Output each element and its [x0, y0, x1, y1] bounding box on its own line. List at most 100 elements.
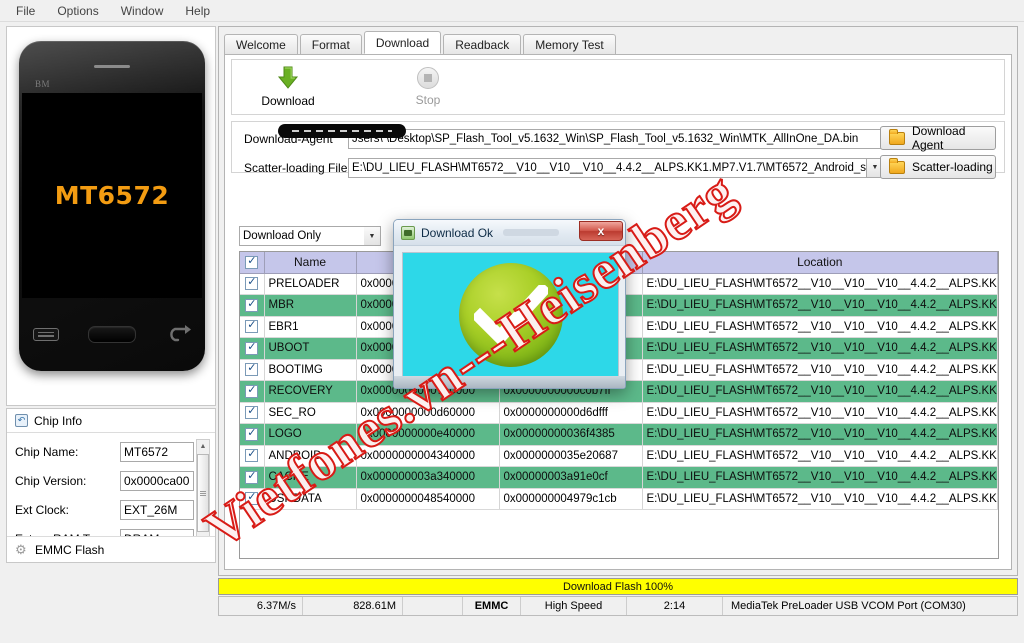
close-icon[interactable]: x — [579, 221, 623, 241]
tab-bar: Welcome Format Download Readback Memory … — [224, 31, 616, 54]
checkbox-icon[interactable] — [245, 404, 259, 420]
sp-flash-tool-window: File Options Window Help BM MT6572 ↶ Chi… — [0, 0, 1024, 643]
checkbox-icon[interactable] — [245, 426, 259, 441]
row-checkbox-cell[interactable] — [240, 294, 265, 317]
menu-item-window[interactable]: Window — [111, 1, 174, 21]
phone-screen: MT6572 — [22, 93, 202, 298]
checkbox-icon[interactable] — [245, 340, 259, 355]
success-circle-icon — [458, 263, 563, 367]
down-arrow-icon — [277, 66, 299, 90]
row-checkbox-cell[interactable] — [240, 445, 265, 467]
menu-item-help[interactable]: Help — [175, 1, 220, 21]
cell-name: USRDATA — [264, 488, 357, 510]
tab-memory-test[interactable]: Memory Test — [523, 34, 616, 54]
download-mode-select[interactable]: Download Only ▼ — [239, 226, 381, 247]
action-toolbar: Download Stop — [231, 59, 1005, 115]
ext-clock-field[interactable]: EXT_26M — [120, 499, 194, 520]
download-agent-input[interactable]: Jsers\ \Desktop\SP_Flash_Tool_v5.1632_Wi… — [348, 128, 886, 149]
paths-group: Download-Agent Jsers\ \Desktop\SP_Flash_… — [231, 121, 1005, 179]
cell-location: E:\DU_LIEU_FLASH\MT6572__V10__V10__V10__… — [642, 423, 998, 446]
checkbox-icon[interactable] — [245, 275, 259, 291]
cell-name: LOGO — [264, 423, 357, 446]
checkbox-icon[interactable] — [245, 469, 259, 484]
emmc-flash-section[interactable]: ⚙ EMMC Flash — [7, 536, 215, 562]
cell-begin-address: 0x0000000000e40000 — [356, 423, 500, 446]
scatter-loading-input[interactable]: E:\DU_LIEU_FLASH\MT6572__V10__V10__V10__… — [348, 157, 867, 178]
chip-info-header[interactable]: ↶ Chip Info — [7, 409, 215, 433]
ext-clock-label: Ext Clock: — [15, 502, 70, 517]
chip-name-field[interactable]: MT6572 — [120, 441, 194, 462]
download-agent-button[interactable]: Download Agent — [880, 124, 996, 152]
status-bar: 6.37M/s 828.61M EMMC High Speed 2:14 Med… — [218, 596, 1018, 616]
tab-readback[interactable]: Readback — [443, 34, 522, 54]
scroll-up-icon[interactable]: ▲ — [197, 440, 209, 452]
checkbox-icon[interactable] — [245, 254, 259, 270]
checkbox-icon[interactable] — [245, 383, 259, 398]
cell-end-address: 0x0000000035e20687 — [499, 445, 643, 467]
checkbox-icon[interactable] — [245, 447, 259, 463]
dialog-titlebar[interactable]: Download Ok x — [394, 220, 625, 246]
row-checkbox-cell[interactable] — [240, 402, 265, 424]
dialog-title: Download Ok — [421, 225, 494, 240]
row-checkbox-cell[interactable] — [240, 380, 265, 403]
menu-item-options[interactable]: Options — [47, 1, 108, 21]
cell-location: E:\DU_LIEU_FLASH\MT6572__V10__V10__V10__… — [642, 273, 998, 295]
table-row[interactable]: CACHE0x000000003a3400000x00000003a91e0cf… — [240, 466, 998, 489]
tab-download[interactable]: Download — [363, 31, 442, 54]
cell-name: MBR — [264, 294, 357, 317]
stop-button[interactable]: Stop — [390, 67, 466, 107]
cell-name: UBOOT — [264, 337, 357, 360]
table-row[interactable]: LOGO0x0000000000e400000x00000000036f4385… — [240, 423, 998, 446]
tab-welcome[interactable]: Welcome — [224, 34, 298, 54]
phone-illustration: BM MT6572 — [19, 41, 205, 371]
cell-location: E:\DU_LIEU_FLASH\MT6572__V10__V10__V10__… — [642, 359, 998, 381]
cell-begin-address: 0x0000000000d60000 — [356, 402, 500, 424]
header-select-all[interactable] — [240, 252, 265, 274]
row-checkbox-cell[interactable] — [240, 316, 265, 338]
redaction-bar — [278, 124, 406, 138]
chip-version-field[interactable]: 0x0000ca00 — [120, 470, 194, 491]
row-checkbox-cell[interactable] — [240, 488, 265, 510]
back-icon — [165, 325, 191, 343]
folder-icon — [889, 128, 905, 145]
cell-name: EBR1 — [264, 316, 357, 338]
download-ok-dialog[interactable]: Download Ok x — [393, 219, 626, 389]
row-checkbox-cell[interactable] — [240, 466, 265, 489]
checkbox-icon[interactable] — [245, 361, 259, 377]
checkbox-icon[interactable] — [245, 297, 259, 312]
table-row[interactable]: ANDROID0x00000000043400000x0000000035e20… — [240, 445, 998, 467]
row-checkbox-cell[interactable] — [240, 423, 265, 446]
cell-location: E:\DU_LIEU_FLASH\MT6572__V10__V10__V10__… — [642, 316, 998, 338]
status-elapsed-time: 2:14 — [627, 597, 723, 615]
scatter-loading-button[interactable]: Scatter-loading — [880, 155, 996, 179]
scatter-loading-label: Scatter-loading File — [244, 160, 348, 175]
row-checkbox-cell[interactable] — [240, 337, 265, 360]
table-row[interactable]: SEC_RO0x0000000000d600000x0000000000d6df… — [240, 402, 998, 424]
menu-item-file[interactable]: File — [6, 1, 45, 21]
row-checkbox-cell[interactable] — [240, 273, 265, 295]
download-mode-value[interactable]: Download Only — [239, 226, 364, 246]
tab-format[interactable]: Format — [299, 34, 362, 54]
row-checkbox-cell[interactable] — [240, 359, 265, 381]
header-name[interactable]: Name — [264, 252, 357, 274]
dialog-title-placeholder — [503, 229, 560, 236]
chevron-down-icon[interactable]: ▼ — [364, 226, 381, 246]
folder-icon — [889, 157, 905, 174]
cell-name: CACHE — [264, 466, 357, 489]
dialog-body — [402, 252, 619, 378]
header-location[interactable]: Location — [642, 252, 998, 274]
download-button[interactable]: Download — [250, 66, 326, 108]
checkbox-icon[interactable] — [245, 318, 259, 334]
table-row[interactable]: USRDATA0x00000000485400000x000000004979c… — [240, 488, 998, 510]
chip-info-scrollbar[interactable]: ▲ ▼ — [196, 439, 210, 551]
scrollbar-thumb[interactable] — [197, 454, 209, 532]
checkbox-icon[interactable] — [245, 490, 259, 506]
status-size: 828.61M — [303, 597, 403, 615]
cell-location: E:\DU_LIEU_FLASH\MT6572__V10__V10__V10__… — [642, 294, 998, 317]
stop-button-label: Stop — [415, 93, 441, 107]
cell-end-address: 0x00000003a91e0cf — [499, 466, 643, 489]
scatter-loading-button-label: Scatter-loading — [912, 160, 993, 174]
phone-brand-mark: BM — [35, 79, 51, 89]
refresh-icon[interactable]: ↶ — [15, 414, 28, 427]
cell-name: BOOTIMG — [264, 359, 357, 381]
